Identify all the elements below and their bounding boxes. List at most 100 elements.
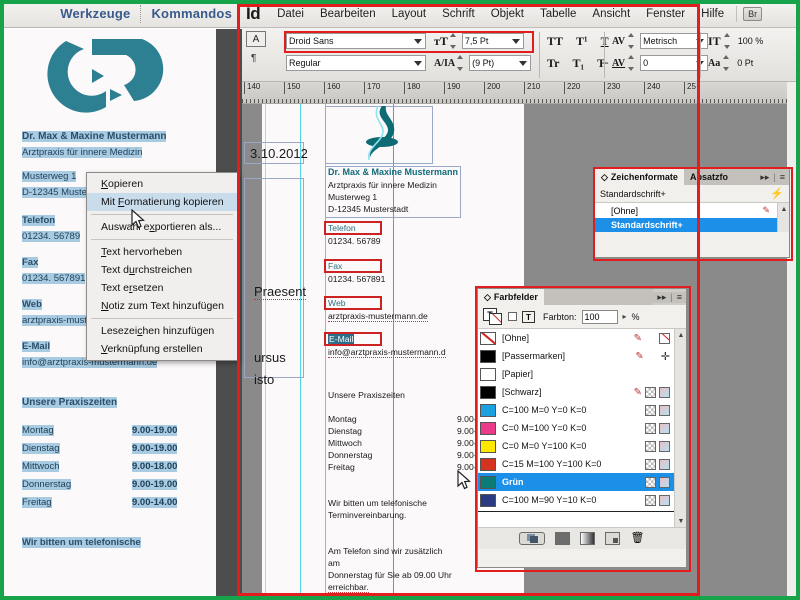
left-column-frame[interactable] (244, 178, 304, 378)
tab-zeichenformate[interactable]: ◇ Zeichenformate (595, 169, 684, 185)
subscript-button[interactable]: T₁ (572, 56, 584, 71)
character-styles-list[interactable]: [Ohne] ✎ Standardschrift+ ▲ (595, 202, 789, 232)
swatches-panel-title[interactable]: ◇ Farbfelder (478, 289, 544, 305)
delete-swatch-button[interactable]: 🗑 (630, 532, 645, 545)
tracking-combo[interactable]: 0 (640, 55, 709, 71)
expand-panel-icon[interactable]: ▸▸ (657, 292, 666, 303)
style-item-ohne[interactable]: [Ohne] ✎ (595, 203, 789, 218)
leading-icon: A/IA (434, 57, 456, 69)
menu-ansicht[interactable]: Ansicht (584, 0, 638, 28)
ctx-item-notiz-hinzufuegen[interactable]: Notiz zum Text hinzufügen (87, 297, 237, 315)
baseline-shift-value[interactable]: 0 Pt (737, 58, 753, 68)
ruler-tick-210: 210 (524, 82, 540, 94)
case-buttons-row-1: TT T¹ T (547, 34, 609, 49)
tint-slider-arrow-icon[interactable]: ▸ (623, 312, 627, 321)
horizontal-ruler[interactable]: 140 150 160 170 180 190 200 210 220 230 … (242, 82, 787, 104)
vertical-scale-stepper[interactable] (723, 33, 733, 49)
font-size-combo[interactable]: 7,5 Pt (461, 33, 524, 49)
character-styles-panel[interactable]: ◇ Zeichenformate Absatzfo ▸▸ | ≡ Standar… (593, 167, 793, 261)
doc-hours-heading: Unsere Praxiszeiten (328, 390, 405, 400)
show-color-swatches-button[interactable] (555, 532, 570, 545)
tab-kommandos[interactable]: Kommandos (141, 0, 242, 28)
tint-input[interactable]: 100 (581, 309, 618, 324)
panel-menu-icon[interactable]: ≡ (677, 292, 682, 302)
character-styles-current-value: Standardschrift+ (600, 188, 666, 199)
swatch-row-yellow[interactable]: C=0 M=0 Y=100 K=0 (478, 437, 686, 455)
swatch-row-darkblue[interactable]: C=100 M=90 Y=10 K=0 (478, 491, 686, 509)
clear-overrides-icon[interactable]: ⚡ (770, 187, 784, 200)
doc-hours-day-4: Freitag (328, 462, 355, 472)
context-menu[interactable]: Kopieren Mit Formatierung kopieren Auswa… (86, 172, 238, 361)
apply-text-button[interactable]: T (522, 310, 535, 323)
swatch-chip-none (480, 331, 496, 345)
new-swatch-button[interactable] (605, 532, 620, 545)
expand-panel-icon[interactable]: ▸▸ (760, 172, 769, 183)
menu-datei[interactable]: Datei (269, 0, 312, 28)
swatches-tint-row: T T Farbton: 100 ▸ % (478, 305, 686, 329)
ctx-item-text-durchstreichen[interactable]: Text durchstreichen (87, 261, 237, 279)
menu-hilfe[interactable]: Hilfe (693, 0, 732, 28)
ctx-item-auswahl-exportieren[interactable]: Auswahl exportieren als... (87, 218, 237, 236)
paragraph-formatting-icon[interactable]: ¶ (246, 53, 282, 64)
character-formatting-icon[interactable]: A (246, 31, 266, 47)
font-style-combo[interactable]: Regular (286, 55, 426, 71)
swatch-row-passermarken[interactable]: [Passermarken] ✎ ✛ (478, 347, 686, 365)
kerning-stepper[interactable] (628, 33, 637, 49)
kerning-combo[interactable]: Metrisch (640, 33, 709, 49)
menu-bearbeiten[interactable]: Bearbeiten (312, 0, 384, 28)
swatch-row-papier[interactable]: [Papier] (478, 365, 686, 383)
ruler-tick-190: 190 (444, 82, 460, 94)
menu-layout[interactable]: Layout (384, 0, 435, 28)
swatches-panel[interactable]: ◇ Farbfelder ▸▸ | ≡ T T Farbton: 100 ▸ % (475, 286, 691, 572)
ctx-item-kopieren[interactable]: Kopieren (87, 175, 237, 193)
tracking-stepper[interactable] (628, 55, 637, 71)
ctx-item-mit-formatierung-kopieren[interactable]: Mit Formatierung kopieren (87, 193, 237, 211)
apply-none-button[interactable] (508, 312, 517, 321)
ctx-item-text-ersetzen[interactable]: Text ersetzen (87, 279, 237, 297)
scroll-down-icon[interactable]: ▼ (675, 515, 686, 527)
all-caps-button[interactable]: TT (547, 34, 563, 49)
panel-menu-icon[interactable]: ≡ (780, 172, 785, 182)
show-all-swatches-button[interactable] (519, 532, 545, 545)
process-color-icon (645, 386, 656, 398)
ctx-item-lesezeichen-hinzufuegen[interactable]: Lesezeichen hinzufügen (87, 322, 237, 340)
swatch-row-schwarz[interactable]: [Schwarz] ✎ (478, 383, 686, 401)
fill-stroke-proxy[interactable]: T (483, 307, 503, 326)
font-family-row: Droid Sans тT 7,5 Pt (286, 33, 524, 49)
tab-werkzeuge[interactable]: Werkzeuge (50, 0, 140, 28)
style-item-standardschrift[interactable]: Standardschrift+ (595, 218, 789, 232)
tab-absatzformate[interactable]: Absatzfo (683, 169, 734, 185)
swatch-row-magenta[interactable]: C=0 M=100 Y=0 K=0 (478, 419, 686, 437)
leading-combo[interactable]: (9 Pt) (469, 55, 532, 71)
swatches-scrollbar[interactable]: ▲ ▼ (674, 329, 686, 527)
doc-label-telefon: Telefon (328, 223, 356, 233)
scroll-up-icon[interactable]: ▲ (675, 329, 686, 341)
character-styles-scrollbar[interactable]: ▲ (777, 203, 789, 232)
ruler-tick-250: 25 (684, 82, 696, 94)
vertical-scale-value[interactable]: 100 % (738, 36, 764, 46)
swatches-list[interactable]: [Ohne] ✎ [Passermarken] ✎ ✛ [Papier] [Sc… (478, 329, 686, 527)
no-color-icon: ✎ (635, 350, 644, 362)
kerning-icon: AV (612, 35, 626, 47)
font-size-stepper[interactable] (449, 33, 459, 49)
baseline-shift-stepper[interactable] (723, 55, 732, 71)
ctx-item-text-hervorheben[interactable]: Text hervorheben (87, 243, 237, 261)
show-gradient-swatches-button[interactable] (580, 532, 595, 545)
superscript-button[interactable]: T¹ (576, 34, 588, 49)
ctx-item-verknuepfung-erstellen[interactable]: Verknüpfung erstellen (87, 340, 237, 358)
menu-schrift[interactable]: Schrift (434, 0, 483, 28)
scroll-up-icon[interactable]: ▲ (778, 203, 790, 215)
swatch-row-red[interactable]: C=15 M=100 Y=100 K=0 (478, 455, 686, 473)
process-color-icon (645, 494, 656, 506)
leading-value: (9 Pt) (472, 58, 495, 68)
font-family-combo[interactable]: Droid Sans (286, 33, 426, 49)
menu-objekt[interactable]: Objekt (483, 0, 532, 28)
swatch-row-gruen[interactable]: Grün (478, 473, 686, 491)
swatch-row-ohne[interactable]: [Ohne] ✎ (478, 329, 686, 347)
menu-tabelle[interactable]: Tabelle (532, 0, 584, 28)
swatch-row-cyan[interactable]: C=100 M=0 Y=0 K=0 (478, 401, 686, 419)
small-caps-button[interactable]: Tr (547, 56, 559, 71)
menu-fenster[interactable]: Fenster (638, 0, 693, 28)
leading-stepper[interactable] (457, 55, 466, 71)
bridge-button[interactable]: Br (743, 6, 763, 21)
